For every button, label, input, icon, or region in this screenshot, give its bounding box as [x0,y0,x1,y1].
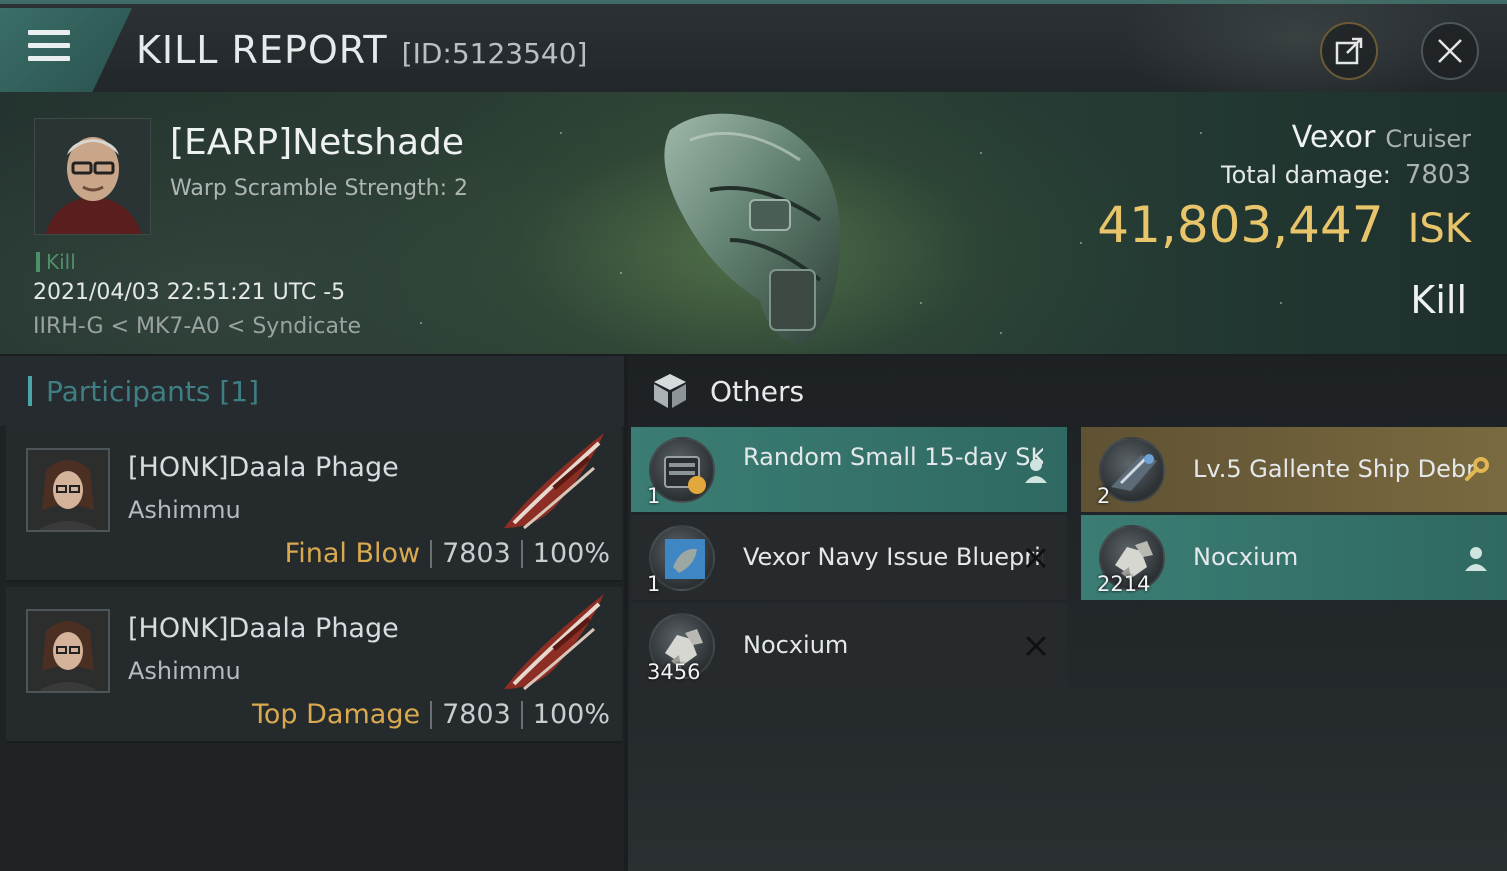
ship-name[interactable]: Vexor [1292,120,1376,155]
header-accent-bar [28,376,32,406]
participant-card[interactable]: [HONK]Daala Phage Ashimmu Final Blow 780… [6,426,622,582]
close-icon [1025,547,1047,569]
kill-timestamp: 2021/04/03 22:51:21 UTC -5 [33,280,346,305]
person-icon [1465,547,1487,571]
participants-panel: Participants [1] [HONK]Daala Phage Ashim… [0,356,624,871]
total-damage-row: Total damage: 7803 [1221,160,1471,190]
participant-percent: 100% [532,538,610,569]
ship-class: Cruiser [1385,125,1471,153]
avatar-icon [35,119,150,234]
divider [520,539,523,568]
participants-header[interactable]: Participants [1] [0,356,624,426]
victim-ship-image[interactable] [650,100,860,350]
participant-ship-icon [504,433,604,530]
participant-role: Final Blow [284,538,421,569]
kill-type-label: Kill [46,250,76,274]
hamburger-menu-icon[interactable] [28,30,70,64]
participants-label: Participants [1] [46,374,260,408]
close-icon [1025,635,1047,657]
others-panel: Others 1 Random Small 15-day SKIN ... [628,356,1507,871]
avatar-icon [28,611,108,691]
victim-banner: [EARP]Netshade Warp Scramble Strength: 2… [0,92,1507,354]
page-title: KILL REPORT [136,28,388,72]
share-button[interactable] [1320,22,1378,80]
participant-damage: 7803 [442,699,511,730]
participant-percent: 100% [532,699,610,730]
divider [430,700,433,729]
loot-item[interactable]: 1 Random Small 15-day SKIN ... [631,427,1067,512]
divider [430,539,433,568]
participant-avatar[interactable] [26,609,110,693]
item-name: Vexor Navy Issue Blueprint [743,543,1043,571]
close-icon [1438,39,1462,63]
warp-scramble-info: Warp Scramble Strength: 2 [170,176,469,201]
close-button[interactable] [1421,22,1479,80]
participant-avatar[interactable] [26,448,110,532]
item-quantity: 1 [647,572,661,596]
participant-card[interactable]: [HONK]Daala Phage Ashimmu Top Damage 780… [6,587,622,743]
participant-role: Top Damage [252,699,421,730]
item-name: Random Small 15-day SKIN ... [743,443,1043,471]
participant-ship: Ashimmu [128,657,241,685]
item-name: Lv.5 Gallente Ship Debris [1193,455,1473,483]
kill-location[interactable]: IIRH-G < MK7-A0 < Syndicate [33,314,361,339]
item-quantity: 2214 [1097,572,1151,596]
isk-unit: ISK [1407,206,1471,252]
total-damage-value: 7803 [1404,160,1471,190]
item-quantity: 2 [1097,484,1111,508]
loot-item[interactable]: 2 Lv.5 Gallente Ship Debris [1081,427,1507,512]
kill-type-tag: Kill [36,250,76,274]
ship-info-row: Vexor Cruiser [1292,120,1471,155]
participant-damage: 7803 [442,538,511,569]
avatar-icon [28,450,108,530]
isk-value-row: 41,803,447 ISK [1097,196,1471,254]
wrench-icon [1465,457,1489,481]
header-bar: KILL REPORT [ID:5123540] [0,0,1507,114]
victim-name[interactable]: [EARP]Netshade [170,122,464,163]
divider [520,700,523,729]
item-name: Nocxium [743,631,849,659]
external-link-icon [1335,37,1363,65]
participant-name[interactable]: [HONK]Daala Phage [128,613,399,644]
victim-portrait[interactable] [34,118,151,235]
title-group: KILL REPORT [ID:5123540] [136,28,587,72]
others-header: Others [628,356,1507,426]
cube-icon [654,374,686,408]
others-label: Others [710,374,805,408]
person-icon [1025,459,1047,483]
loot-item[interactable]: 1 Vexor Navy Issue Blueprint [631,515,1067,600]
item-quantity: 1 [647,484,661,508]
isk-value: 41,803,447 [1097,196,1384,254]
loot-item[interactable]: 2214 Nocxium [1081,515,1507,600]
participant-stats: Final Blow 7803 100% [285,538,610,569]
report-id: [ID:5123540] [401,37,588,70]
kill-result: Kill [1410,278,1467,322]
loot-item[interactable]: 3456 Nocxium [631,603,1067,688]
participant-ship-icon [504,594,604,691]
item-name: Nocxium [1193,543,1299,571]
participant-stats: Top Damage 7803 100% [252,699,610,730]
total-damage-label: Total damage: [1221,161,1391,189]
participant-name[interactable]: [HONK]Daala Phage [128,452,399,483]
item-quantity: 3456 [647,660,701,684]
participant-ship: Ashimmu [128,496,241,524]
